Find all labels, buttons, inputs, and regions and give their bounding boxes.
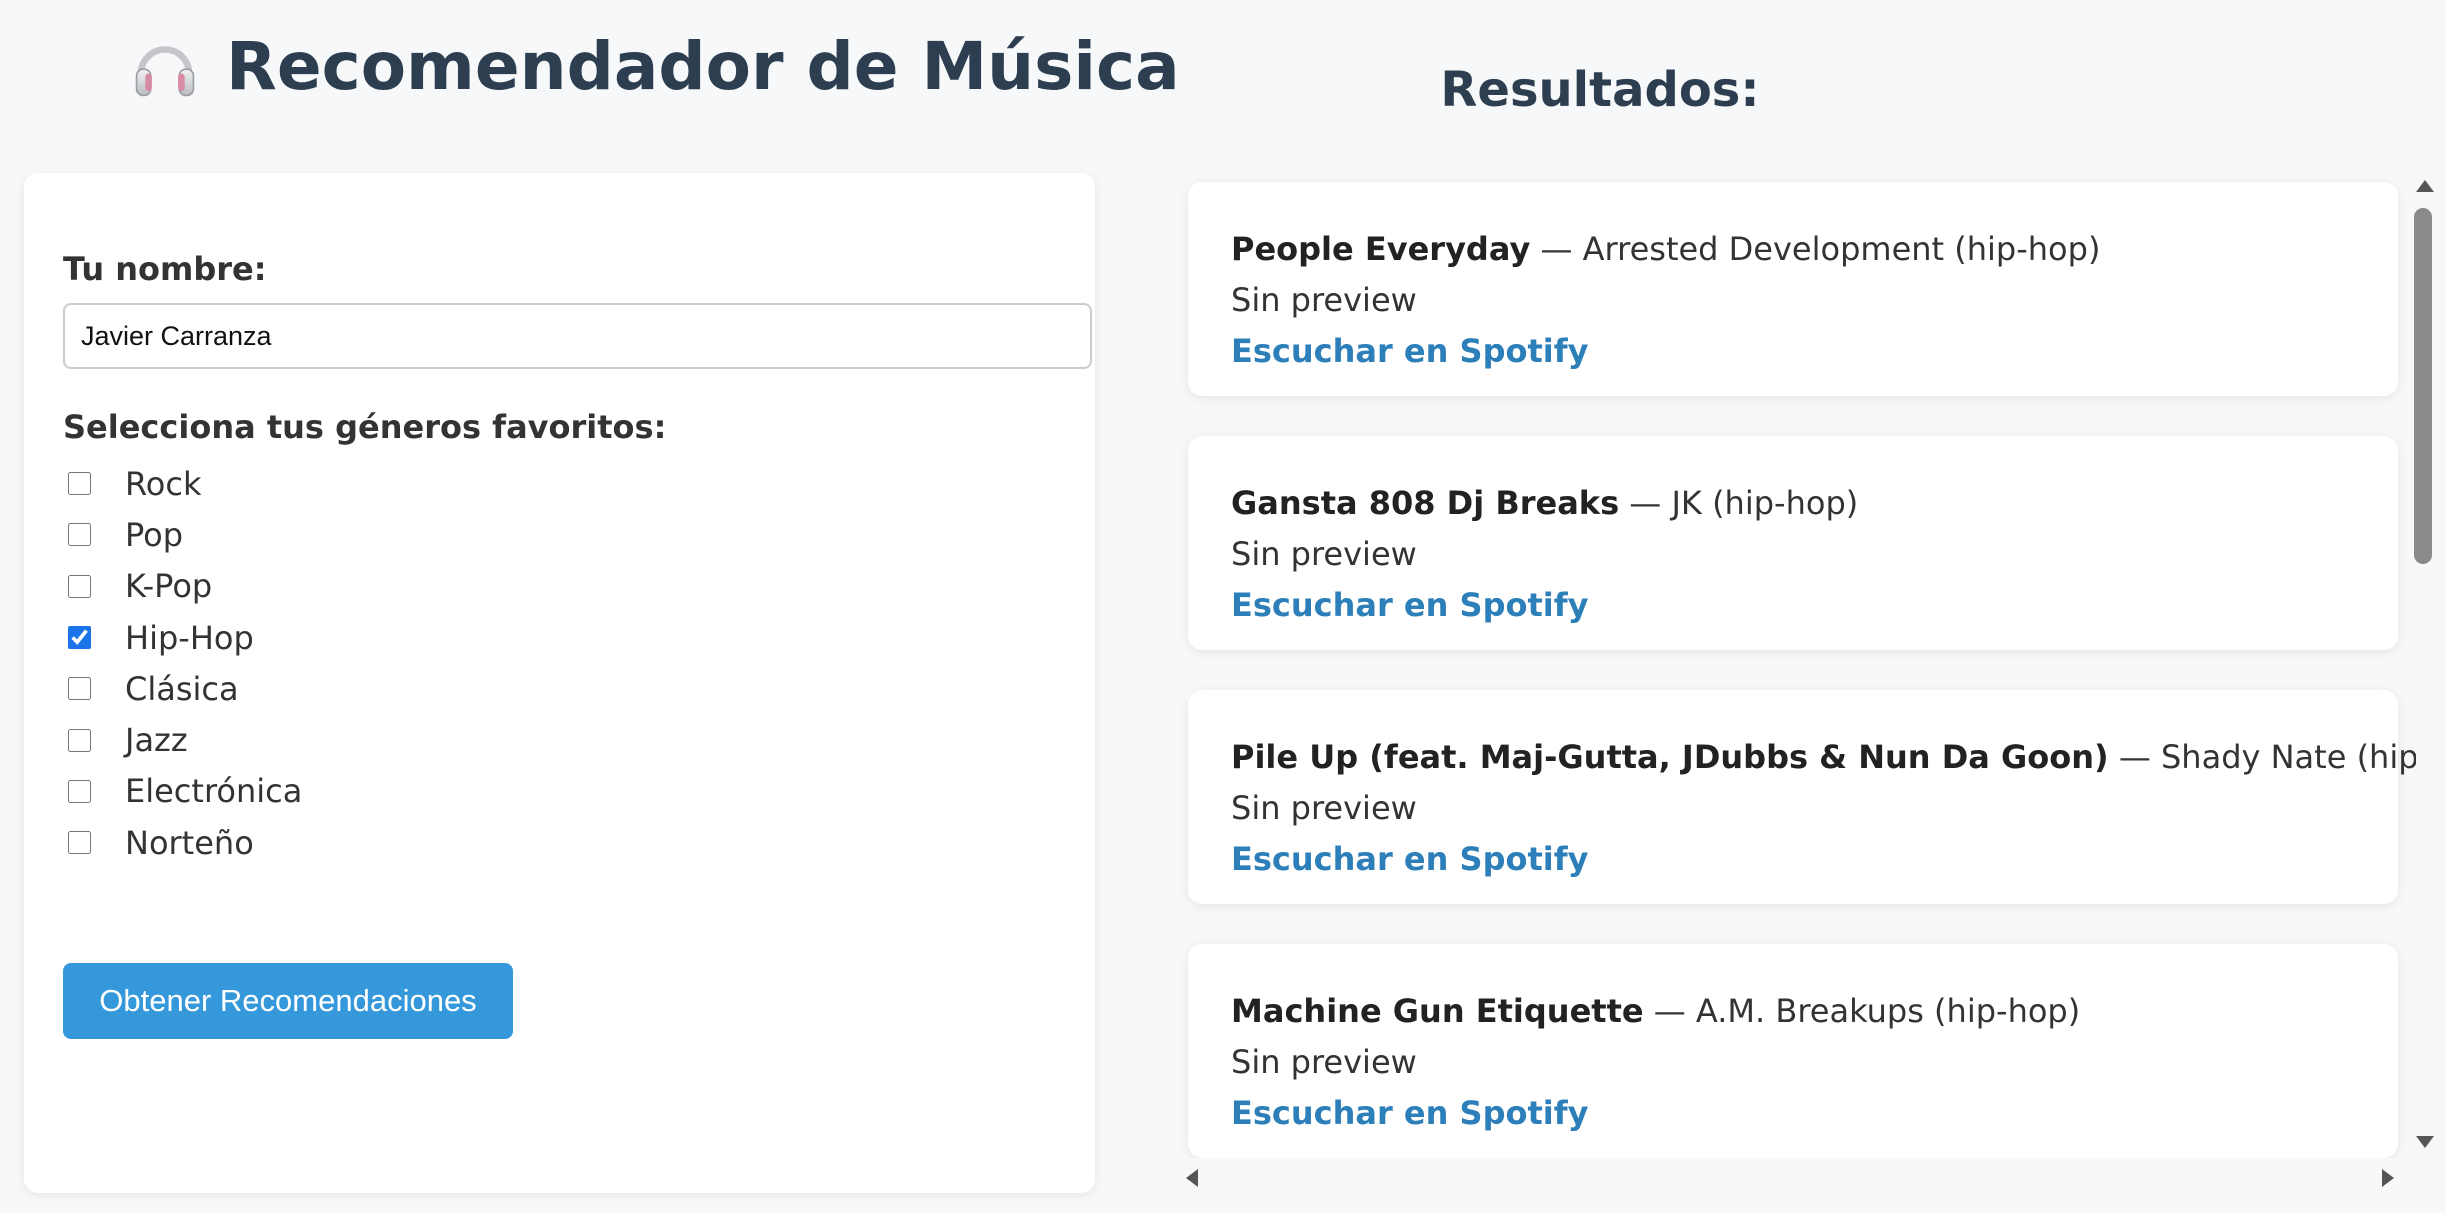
genre-label: Rock: [125, 464, 202, 503]
song-artist-genre: — JK (hip-hop): [1619, 484, 1859, 522]
page-title: Recomendador de Música: [130, 28, 1180, 105]
genre-option-pop[interactable]: Pop: [68, 509, 302, 560]
preferences-form: Tu nombre: Selecciona tus géneros favori…: [24, 173, 1095, 1193]
song-artist-genre: — Arrested Development (hip-hop): [1530, 230, 2101, 268]
scroll-down-arrow-icon[interactable]: [2416, 1136, 2434, 1148]
horizontal-scrollbar[interactable]: [1176, 1163, 2404, 1193]
genre-list: Rock Pop K-Pop Hip-Hop Clásica Jazz Elec…: [68, 458, 302, 868]
song-title: Machine Gun Etiquette: [1231, 992, 1644, 1030]
genre-checkbox-norteno[interactable]: [68, 831, 91, 855]
genre-option-electronica[interactable]: Electrónica: [68, 766, 302, 817]
genre-label: Clásica: [125, 669, 239, 708]
genre-checkbox-pop[interactable]: [68, 523, 91, 547]
result-card: People Everyday — Arrested Development (…: [1188, 182, 2398, 396]
get-recommendations-button[interactable]: Obtener Recomendaciones: [63, 963, 513, 1039]
genre-label: Jazz: [125, 721, 188, 760]
genre-checkbox-hiphop[interactable]: [68, 626, 91, 650]
results-title: Resultados:: [1440, 62, 1760, 118]
genre-checkbox-electronica[interactable]: [68, 779, 91, 803]
genre-label: Norteño: [125, 823, 254, 862]
result-card: Machine Gun Etiquette — A.M. Breakups (h…: [1188, 944, 2398, 1158]
preview-status: Sin preview: [1231, 1043, 1417, 1081]
result-card: Pile Up (feat. Maj-Gutta, JDubbs & Nun D…: [1188, 690, 2416, 904]
spotify-link[interactable]: Escuchar en Spotify: [1231, 1094, 1589, 1132]
preview-status: Sin preview: [1231, 535, 1417, 573]
genre-checkbox-clasica[interactable]: [68, 677, 91, 701]
song-line: Pile Up (feat. Maj-Gutta, JDubbs & Nun D…: [1231, 738, 2416, 776]
genres-label: Selecciona tus géneros favoritos:: [63, 408, 667, 446]
page-title-text: Recomendador de Música: [226, 28, 1180, 105]
scroll-left-arrow-icon[interactable]: [1186, 1169, 1198, 1187]
genre-checkbox-kpop[interactable]: [68, 574, 91, 598]
genre-option-kpop[interactable]: K-Pop: [68, 561, 302, 612]
song-line: Machine Gun Etiquette — A.M. Breakups (h…: [1231, 992, 2080, 1030]
song-line: Gansta 808 Dj Breaks — JK (hip-hop): [1231, 484, 1858, 522]
name-input[interactable]: [63, 303, 1092, 369]
genre-option-rock[interactable]: Rock: [68, 458, 302, 509]
scrollbar-thumb[interactable]: [2414, 208, 2432, 564]
genre-checkbox-rock[interactable]: [68, 472, 91, 496]
song-title: Gansta 808 Dj Breaks: [1231, 484, 1620, 522]
song-line: People Everyday — Arrested Development (…: [1231, 230, 2100, 268]
genre-option-jazz[interactable]: Jazz: [68, 714, 302, 765]
headphones-icon: [135, 45, 195, 96]
genre-label: Hip-Hop: [125, 618, 254, 657]
spotify-link[interactable]: Escuchar en Spotify: [1231, 586, 1589, 624]
genre-label: Electrónica: [125, 772, 303, 811]
result-card: Gansta 808 Dj Breaks — JK (hip-hop) Sin …: [1188, 436, 2398, 650]
name-label: Tu nombre:: [63, 250, 267, 288]
genre-label: K-Pop: [125, 567, 213, 606]
preview-status: Sin preview: [1231, 789, 1417, 827]
song-title: People Everyday: [1231, 230, 1531, 268]
spotify-link[interactable]: Escuchar en Spotify: [1231, 840, 1589, 878]
song-title: Pile Up (feat. Maj-Gutta, JDubbs & Nun D…: [1231, 738, 2109, 776]
preview-status: Sin preview: [1231, 281, 1417, 319]
scroll-up-arrow-icon[interactable]: [2416, 180, 2434, 192]
vertical-scrollbar[interactable]: [2410, 172, 2440, 1158]
genre-option-clasica[interactable]: Clásica: [68, 663, 302, 714]
song-artist-genre: — Shady Nate (hip-hop): [2118, 738, 2416, 776]
genre-option-hiphop[interactable]: Hip-Hop: [68, 612, 302, 663]
song-artist-genre: — A.M. Breakups (hip-hop): [1643, 992, 2081, 1030]
genre-option-norteno[interactable]: Norteño: [68, 817, 302, 868]
results-list[interactable]: People Everyday — Arrested Development (…: [1176, 172, 2416, 1158]
form-column: Recomendador de Música Tu nombre: Selecc…: [0, 0, 1180, 1213]
spotify-link[interactable]: Escuchar en Spotify: [1231, 332, 1589, 370]
genre-checkbox-jazz[interactable]: [68, 728, 91, 752]
scroll-right-arrow-icon[interactable]: [2382, 1169, 2394, 1187]
genre-label: Pop: [125, 515, 184, 554]
